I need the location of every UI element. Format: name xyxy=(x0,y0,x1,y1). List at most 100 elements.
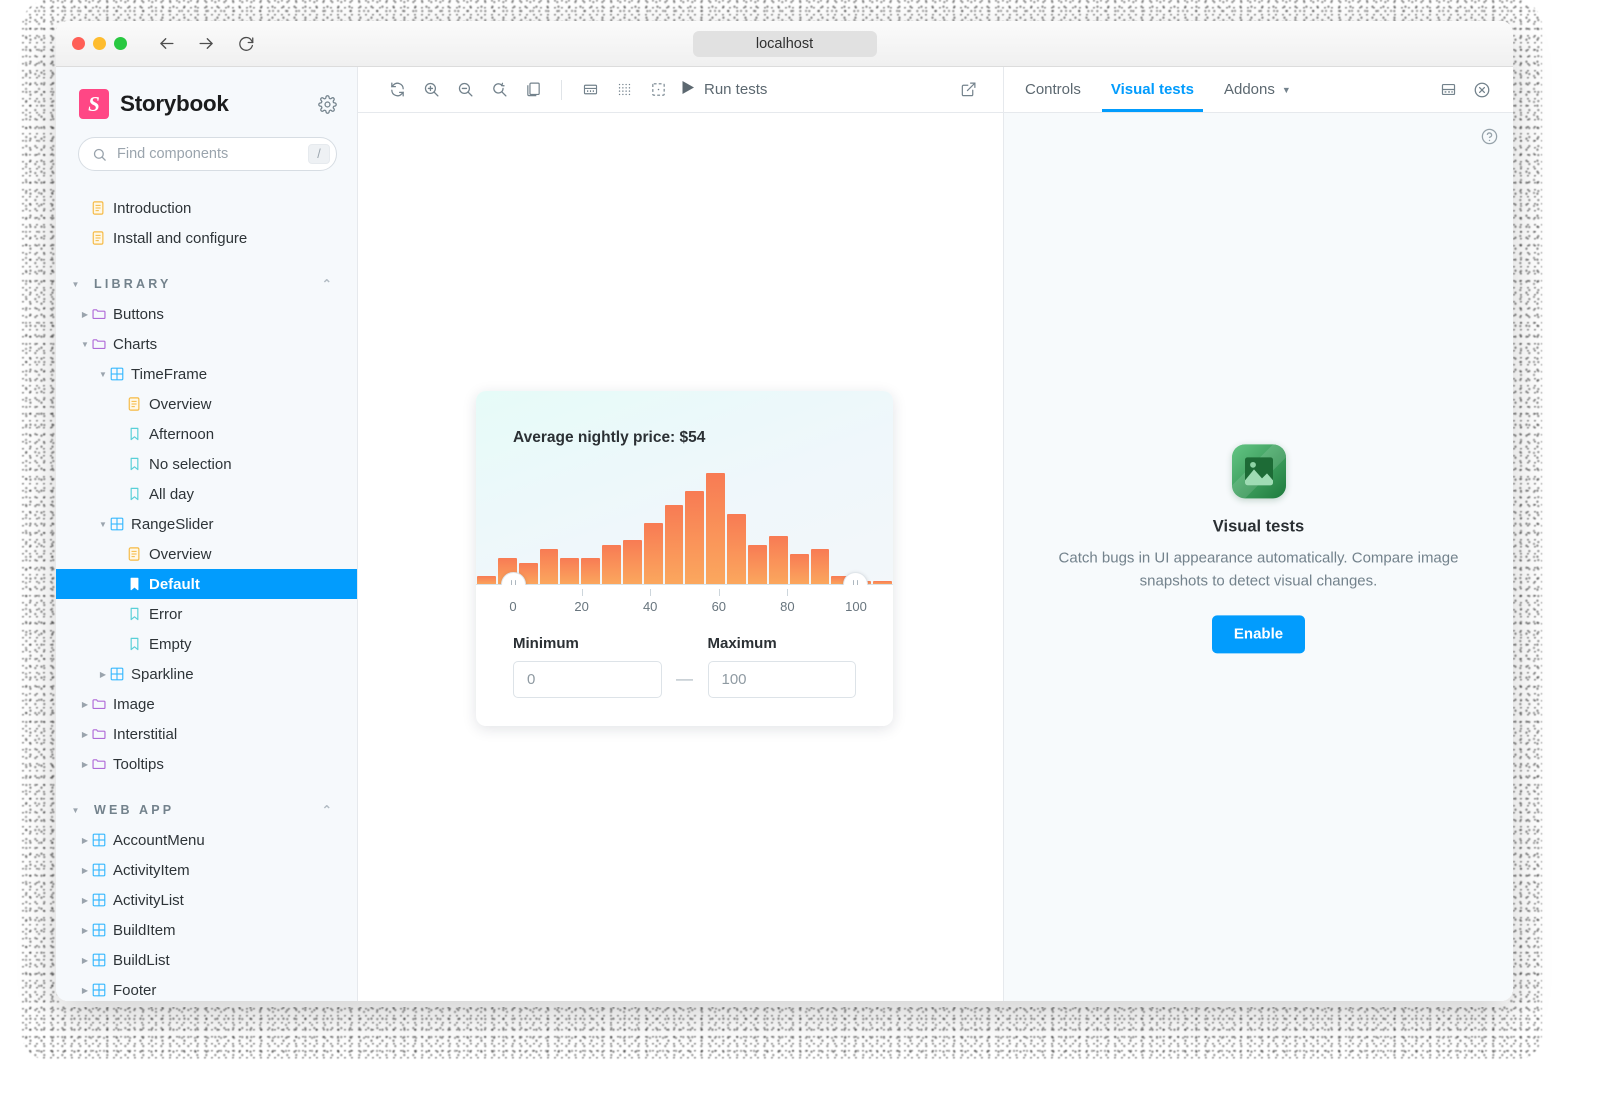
expand-collapse-all-icon[interactable]: ⌃ xyxy=(322,803,335,817)
chevron-right-icon: ▶ xyxy=(81,699,89,709)
search-input[interactable] xyxy=(117,146,308,162)
sidebar-item-no-selection[interactable]: No selection xyxy=(56,449,357,479)
document-icon xyxy=(92,201,112,215)
histogram-bar xyxy=(727,513,746,585)
document-icon xyxy=(128,397,148,411)
sidebar-item-charts[interactable]: ▼ Charts xyxy=(56,329,357,359)
gear-icon[interactable] xyxy=(318,94,337,114)
close-icon[interactable] xyxy=(1465,67,1499,112)
sidebar-item-builditem[interactable]: ▶ BuildItem xyxy=(56,915,357,945)
sidebar-item-label: BuildItem xyxy=(113,921,176,939)
sidebar-section-web-app[interactable]: ▼ WEB APP ⌃ xyxy=(56,795,357,825)
axis-tick-label: 20 xyxy=(574,599,589,614)
back-icon[interactable] xyxy=(157,34,176,53)
search-box[interactable]: / xyxy=(78,137,337,171)
sidebar-item-afternoon[interactable]: Afternoon xyxy=(56,419,357,449)
axis-tick-label: 0 xyxy=(509,599,517,614)
zoom-reset-icon[interactable] xyxy=(482,75,516,105)
measure-icon[interactable] xyxy=(573,75,607,105)
minimum-input[interactable] xyxy=(513,661,662,698)
tab-visual-tests[interactable]: Visual tests xyxy=(1096,67,1209,112)
sidebar-item-default[interactable]: Default xyxy=(56,569,357,599)
outline-icon[interactable] xyxy=(641,75,675,105)
minimize-window-button[interactable] xyxy=(93,37,106,50)
sidebar-section-library[interactable]: ▼ LIBRARY ⌃ xyxy=(56,269,357,299)
storybook-app: S Storybook / xyxy=(56,67,1513,1001)
sidebar-item-install-and-configure[interactable]: Install and configure xyxy=(56,223,357,253)
component-icon xyxy=(92,893,112,907)
grid-icon[interactable] xyxy=(607,75,641,105)
tabs-spacer xyxy=(1306,67,1432,112)
chevron-right-icon: ▶ xyxy=(81,309,89,319)
tab-controls[interactable]: Controls xyxy=(1010,67,1096,112)
help-circle-icon[interactable] xyxy=(1480,127,1499,151)
chevron-down-icon: ▼ xyxy=(71,805,83,815)
chevron-right-icon: ▶ xyxy=(81,835,89,845)
zoom-out-icon[interactable] xyxy=(448,75,482,105)
story-icon xyxy=(128,427,148,441)
chart-x-axis: 0 20 40 60 80 100 xyxy=(476,585,893,629)
enable-button[interactable]: Enable xyxy=(1211,614,1306,653)
sidebar-item-empty[interactable]: Empty xyxy=(56,629,357,659)
chevron-right-icon: ▶ xyxy=(99,669,107,679)
histogram-bar xyxy=(581,558,601,585)
maximum-input[interactable] xyxy=(707,661,856,698)
chevron-down-icon: ▼ xyxy=(81,339,89,349)
range-slider-component: Average nightly price: $54 0 20 40 60 80 100 xyxy=(476,391,893,726)
histogram-bar xyxy=(706,473,726,585)
storybook-logo[interactable]: S xyxy=(79,89,109,119)
sidebar-item-activityitem[interactable]: ▶ ActivityItem xyxy=(56,855,357,885)
sidebar-item-sparkline[interactable]: ▶ Sparkline xyxy=(56,659,357,689)
sidebar-item-label: Default xyxy=(149,575,200,593)
search-shortcut-badge: / xyxy=(308,144,330,164)
histogram-bar xyxy=(664,504,684,585)
sidebar-item-accountmenu[interactable]: ▶ AccountMenu xyxy=(56,825,357,855)
play-icon xyxy=(681,80,695,100)
preview-area: Run tests Average nightly price: $54 0 2… xyxy=(358,67,1003,1001)
chevron-down-icon: ▼ xyxy=(71,279,83,289)
sidebar-item-all-day[interactable]: All day xyxy=(56,479,357,509)
screenshot-root: localhost S Storybook Find components / … xyxy=(0,0,1600,1111)
run-tests-button[interactable]: Run tests xyxy=(681,80,767,100)
zoom-in-icon[interactable] xyxy=(414,75,448,105)
external-link-icon[interactable] xyxy=(951,75,985,105)
forward-icon[interactable] xyxy=(197,34,216,53)
sidebar-item-label: No selection xyxy=(149,455,232,473)
window-controls[interactable] xyxy=(72,37,127,50)
sidebar-item-footer[interactable]: ▶ Footer xyxy=(56,975,357,1001)
sidebar-search-wrapper: / xyxy=(56,119,357,171)
sidebar-item-tooltips[interactable]: ▶ Tooltips xyxy=(56,749,357,779)
tab-addons[interactable]: Addons ▼ xyxy=(1209,67,1306,112)
address-bar[interactable]: localhost xyxy=(692,30,877,57)
panel-position-icon[interactable] xyxy=(1432,67,1465,112)
sidebar-item-image[interactable]: ▶ Image xyxy=(56,689,357,719)
reload-icon[interactable] xyxy=(237,35,255,53)
sidebar-item-timeframe[interactable]: ▼ TimeFrame xyxy=(56,359,357,389)
histogram-bars xyxy=(476,469,893,585)
background-icon[interactable] xyxy=(516,75,550,105)
histogram-bar xyxy=(810,549,830,585)
expand-collapse-all-icon[interactable]: ⌃ xyxy=(322,277,335,291)
sidebar-section-label: WEB APP xyxy=(94,803,175,817)
chart-title: Average nightly price: $54 xyxy=(513,429,706,446)
maximum-field-group: Maximum xyxy=(707,635,856,698)
histogram-bar xyxy=(560,558,580,585)
sidebar-item-overview[interactable]: Overview xyxy=(56,539,357,569)
range-separator: — xyxy=(676,669,693,688)
sidebar-item-overview[interactable]: Overview xyxy=(56,389,357,419)
remount-icon[interactable] xyxy=(380,75,414,105)
close-window-button[interactable] xyxy=(72,37,85,50)
sidebar-item-interstitial[interactable]: ▶ Interstitial xyxy=(56,719,357,749)
sidebar-item-error[interactable]: Error xyxy=(56,599,357,629)
sidebar-item-introduction[interactable]: Introduction xyxy=(56,193,357,223)
sidebar-item-rangeslider[interactable]: ▼ RangeSlider xyxy=(56,509,357,539)
maximum-label: Maximum xyxy=(707,635,777,652)
sidebar-tree: Introduction Install and configure ▼ LIB… xyxy=(56,171,357,1001)
sidebar-item-buildlist[interactable]: ▶ BuildList xyxy=(56,945,357,975)
sidebar-item-buttons[interactable]: ▶ Buttons xyxy=(56,299,357,329)
maximize-window-button[interactable] xyxy=(114,37,127,50)
chevron-down-icon: ▼ xyxy=(99,519,107,529)
minimum-label: Minimum xyxy=(513,635,579,652)
histogram-bar xyxy=(622,540,642,585)
sidebar-item-activitylist[interactable]: ▶ ActivityList xyxy=(56,885,357,915)
